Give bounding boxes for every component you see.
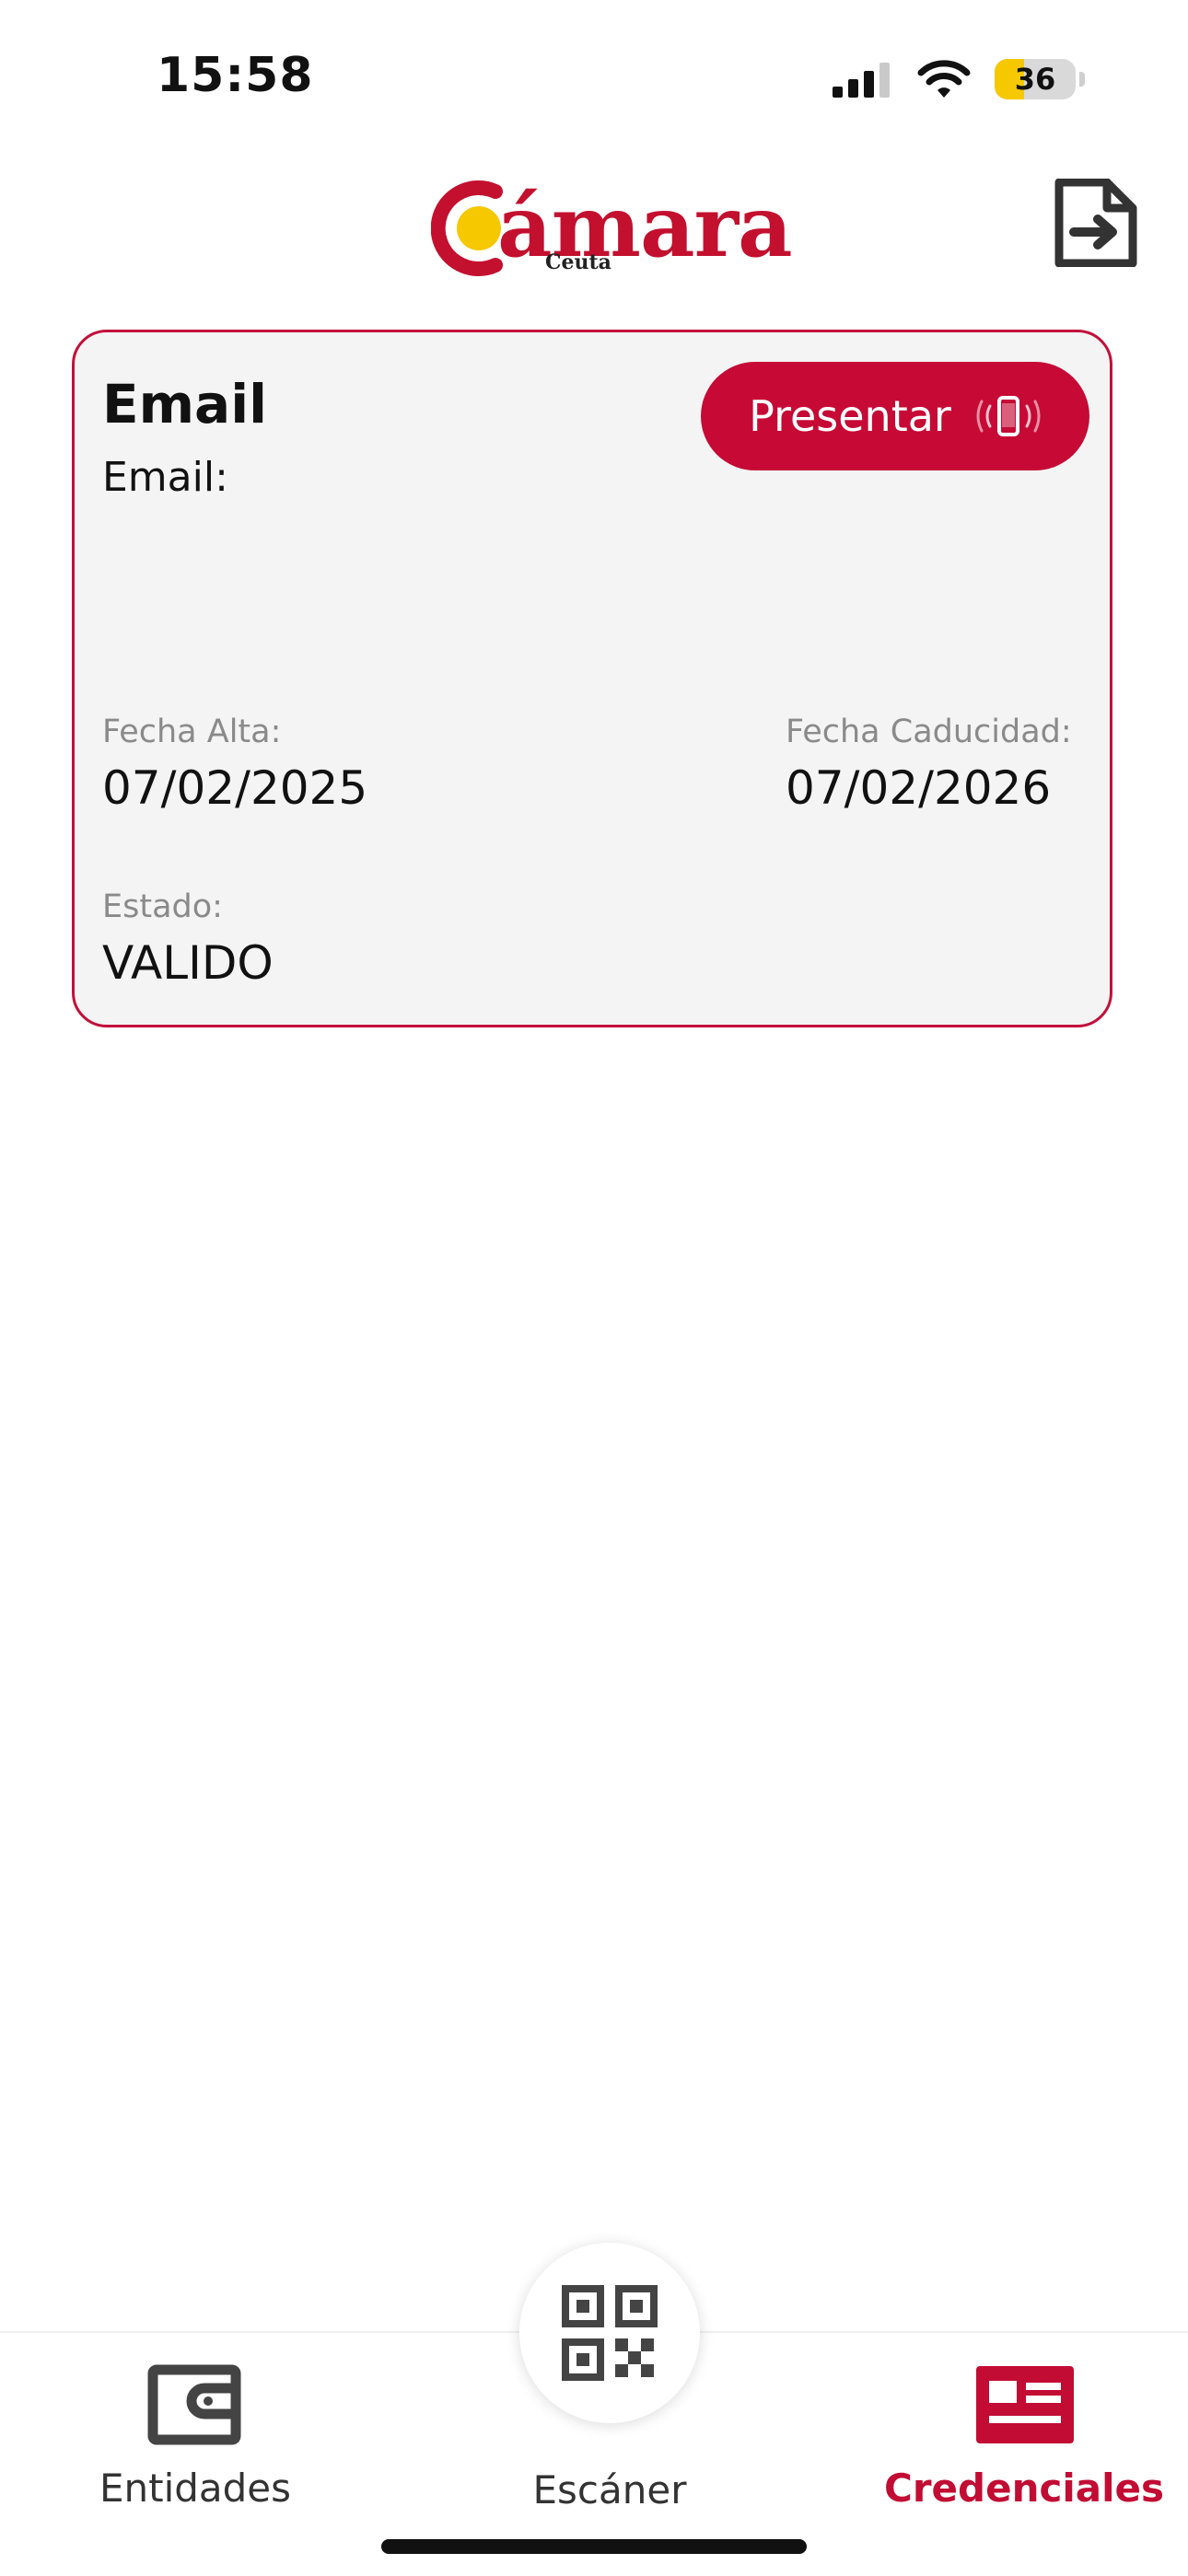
- nav-credenciales-label: Credenciales: [884, 2466, 1164, 2511]
- fecha-caducidad-label: Fecha Caducidad:: [786, 714, 1072, 750]
- scan-button[interactable]: [519, 2243, 700, 2423]
- battery-indicator: 36: [995, 59, 1076, 99]
- qr-code-icon: [562, 2285, 658, 2381]
- present-button-label: Presentar: [749, 391, 951, 441]
- status-icons: 36: [833, 55, 1085, 103]
- camara-logo: ámara Ceuta: [431, 171, 793, 282]
- email-label: Email:: [102, 454, 228, 501]
- fecha-alta-value: 07/02/2025: [102, 761, 368, 815]
- nav-entidades[interactable]: Entidades: [39, 2333, 352, 2545]
- logo-text: ámara: [497, 177, 793, 276]
- credential-card[interactable]: Email Email: Presentar Fecha Alta: 07/02…: [72, 330, 1112, 1027]
- fecha-caducidad-value: 07/02/2026: [786, 761, 1052, 815]
- signal-icon: [833, 63, 890, 98]
- nav-entidades-label: Entidades: [99, 2466, 292, 2511]
- present-button[interactable]: Presentar: [701, 362, 1089, 470]
- status-time: 15:58: [157, 48, 314, 103]
- wifi-icon: [917, 60, 971, 98]
- logout-icon: [1054, 178, 1137, 268]
- logout-button[interactable]: [1054, 178, 1138, 268]
- fecha-alta-label: Fecha Alta:: [102, 714, 282, 750]
- id-card-icon: [976, 2366, 1074, 2443]
- logo-subtitle: Ceuta: [545, 250, 611, 274]
- estado-label: Estado:: [102, 888, 223, 925]
- battery-level: 36: [1014, 62, 1056, 97]
- home-indicator: [381, 2539, 807, 2554]
- wallet-icon: [147, 2364, 241, 2445]
- nav-credenciales[interactable]: Credenciales: [868, 2333, 1181, 2545]
- estado-value: VALIDO: [102, 936, 274, 990]
- nav-escaner-label: Escáner: [532, 2467, 687, 2512]
- phone-vibrate-icon: [976, 396, 1041, 436]
- card-title: Email: [102, 373, 267, 435]
